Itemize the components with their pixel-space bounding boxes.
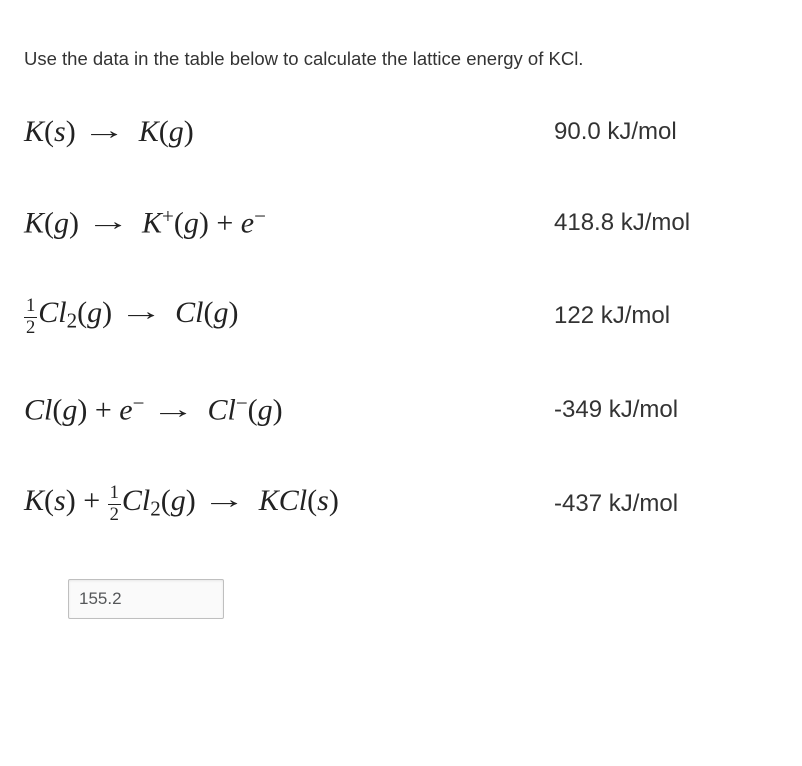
phase-g: g xyxy=(184,206,199,239)
phase-g: g xyxy=(214,296,229,329)
phase-s: s xyxy=(54,115,66,148)
question-prompt: Use the data in the table below to calcu… xyxy=(24,48,778,70)
phase-g: g xyxy=(54,206,69,239)
superscript-minus: − xyxy=(236,391,248,415)
plus-sign: + xyxy=(216,206,240,239)
value-3: 122 kJ/mol xyxy=(554,302,670,330)
symbol-Cl: Cl xyxy=(24,394,52,427)
symbol-KCl: KCl xyxy=(259,484,307,517)
value-2: 418.8 kJ/mol xyxy=(554,209,690,237)
equation-2: K(g) → K+(g) + e− xyxy=(24,204,554,241)
equation-4: Cl(g) + e− → Cl−(g) xyxy=(24,391,554,428)
answer-input[interactable] xyxy=(68,579,224,619)
table-row: Cl(g) + e− → Cl−(g) -349 kJ/mol xyxy=(24,391,778,428)
subscript-2: 2 xyxy=(150,496,161,520)
phase-s: s xyxy=(317,484,329,517)
equation-1: K(s) → K(g) xyxy=(24,114,554,150)
fraction-half: 12 xyxy=(24,297,37,337)
superscript-minus: − xyxy=(254,204,266,228)
answer-area xyxy=(68,579,778,619)
symbol-Cl: Cl xyxy=(207,394,235,427)
superscript-minus: − xyxy=(133,391,145,415)
table-row: 12Cl2(g) → Cl(g) 122 kJ/mol xyxy=(24,295,778,337)
symbol-Cl: Cl xyxy=(122,484,150,517)
equation-5: K(s) + 12Cl2(g) → KCl(s) xyxy=(24,483,554,525)
phase-g: g xyxy=(169,115,184,148)
symbol-e: e xyxy=(241,206,254,239)
arrow-icon: → xyxy=(151,394,195,425)
symbol-K: K xyxy=(24,484,44,517)
arrow-icon: → xyxy=(202,484,246,515)
symbol-K: K xyxy=(139,115,159,148)
symbol-e: e xyxy=(119,394,132,427)
arrow-icon: → xyxy=(119,296,163,327)
table-row: K(s) + 12Cl2(g) → KCl(s) -437 kJ/mol xyxy=(24,483,778,525)
symbol-Cl: Cl xyxy=(38,296,66,329)
symbol-K: K xyxy=(24,115,44,148)
value-1: 90.0 kJ/mol xyxy=(554,118,677,146)
phase-s: s xyxy=(54,484,66,517)
symbol-Cl: Cl xyxy=(175,296,203,329)
subscript-2: 2 xyxy=(67,309,78,333)
value-5: -437 kJ/mol xyxy=(554,490,678,518)
phase-g: g xyxy=(258,394,273,427)
arrow-icon: → xyxy=(85,206,129,237)
phase-g: g xyxy=(62,394,77,427)
arrow-icon: → xyxy=(82,115,126,146)
value-4: -349 kJ/mol xyxy=(554,396,678,424)
superscript-plus: + xyxy=(162,204,174,228)
symbol-K: K xyxy=(142,206,162,239)
fraction-half: 12 xyxy=(108,484,121,524)
symbol-K: K xyxy=(24,206,44,239)
plus-sign: + xyxy=(95,394,119,427)
plus-sign: + xyxy=(83,484,107,517)
phase-g: g xyxy=(171,484,186,517)
table-row: K(g) → K+(g) + e− 418.8 kJ/mol xyxy=(24,204,778,241)
equation-3: 12Cl2(g) → Cl(g) xyxy=(24,295,554,337)
phase-g: g xyxy=(87,296,102,329)
table-row: K(s) → K(g) 90.0 kJ/mol xyxy=(24,114,778,150)
